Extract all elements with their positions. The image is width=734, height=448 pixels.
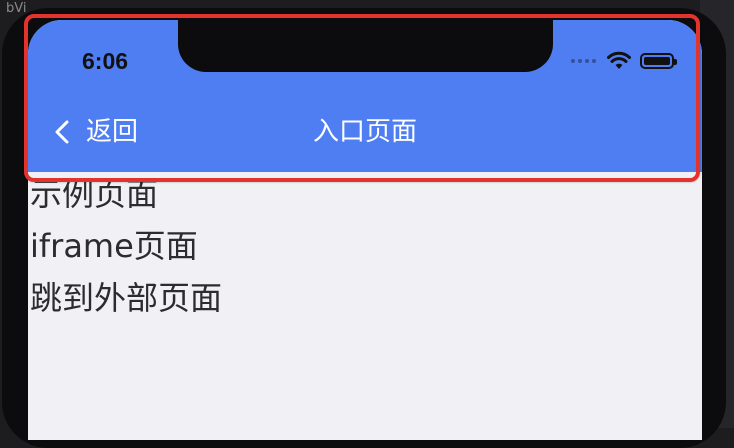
list-item-iframe-page[interactable]: iframe页面 — [28, 220, 702, 272]
highlight-annotation — [24, 14, 700, 182]
entry-list: 示例页面 iframe页面 跳到外部页面 — [28, 175, 702, 324]
list-item-external-page[interactable]: 跳到外部页面 — [28, 272, 702, 324]
